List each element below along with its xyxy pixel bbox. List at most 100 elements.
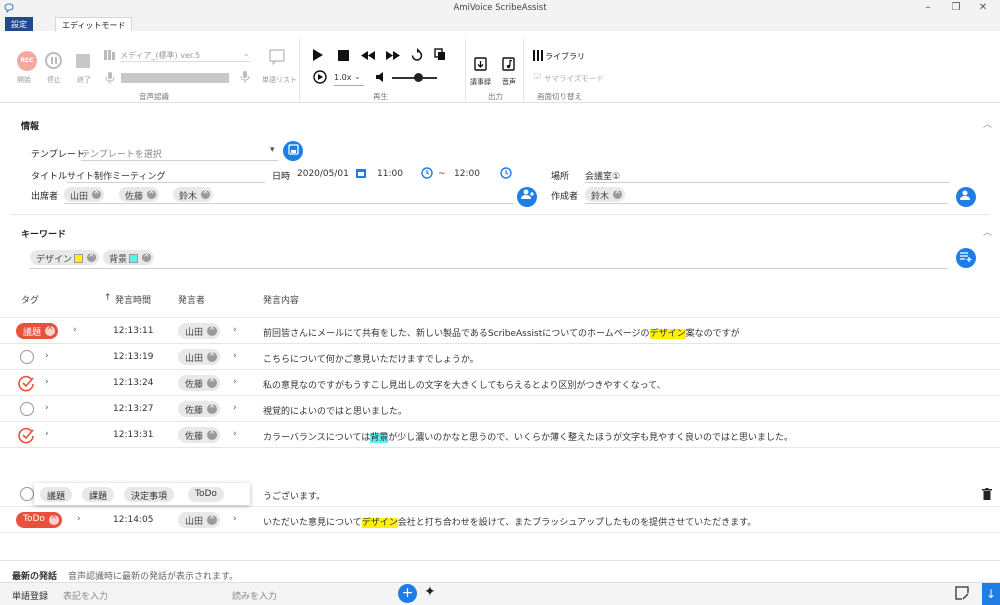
- chevron-down-icon[interactable]: ▾: [270, 145, 275, 155]
- pause-button[interactable]: [45, 52, 62, 69]
- notation-input[interactable]: 表記を入力: [63, 589, 108, 602]
- chevron-right-icon[interactable]: ›: [233, 325, 237, 335]
- keyword-color-swatch[interactable]: [129, 254, 139, 263]
- tag-option-todo[interactable]: ToDo: [188, 487, 224, 502]
- new-window-icon[interactable]: [955, 586, 969, 600]
- chevron-right-icon[interactable]: ›: [45, 403, 49, 413]
- remove-icon[interactable]: [142, 250, 152, 262]
- place-input[interactable]: 会議室①: [585, 169, 620, 182]
- speaker-chip[interactable]: 山田: [178, 512, 221, 528]
- col-tag-header[interactable]: タグ: [21, 293, 39, 306]
- remove-icon[interactable]: [92, 187, 102, 199]
- table-row[interactable]: › 12:13:27 佐藤 › 視覚的によいのではと思いました。: [0, 396, 1000, 422]
- remove-icon[interactable]: [45, 323, 56, 336]
- chevron-right-icon[interactable]: ›: [73, 325, 77, 335]
- add-word-button[interactable]: +: [398, 584, 417, 603]
- utterance-text[interactable]: カラーバランスについては背景が少し濃いのかなと思うので、いくらか薄く整えたほうが…: [263, 430, 793, 443]
- chevron-right-icon[interactable]: ›: [233, 377, 237, 387]
- sort-asc-icon[interactable]: ↑: [104, 293, 112, 303]
- attendee-chip[interactable]: 鈴木: [173, 187, 214, 202]
- utterance-text[interactable]: 前回皆さんにメールにて共有をした、新しい製品であるScribeAssistについ…: [263, 326, 740, 339]
- utterance-text[interactable]: こちらについて何かご意見いただけますでしょうか。: [263, 352, 479, 365]
- utterance-text[interactable]: 視覚的によいのではと思いました。: [263, 404, 407, 417]
- chevron-down-icon[interactable]: ⌄: [243, 49, 250, 58]
- date-input[interactable]: 2020/05/01: [297, 169, 349, 179]
- speaker-chip[interactable]: 佐藤: [178, 401, 221, 417]
- tab-edit-mode[interactable]: エディットモード: [55, 17, 133, 31]
- chevron-right-icon[interactable]: ›: [233, 403, 237, 413]
- mic-add-icon[interactable]: [240, 70, 252, 84]
- remove-icon[interactable]: [207, 401, 218, 414]
- chevron-right-icon[interactable]: ›: [45, 351, 49, 361]
- tag-pill[interactable]: 議題: [16, 323, 59, 339]
- minimize-icon[interactable]: –: [918, 2, 938, 13]
- start-time-input[interactable]: 11:00: [377, 169, 403, 179]
- tag-circle-icon[interactable]: [20, 487, 34, 501]
- keyword-color-swatch[interactable]: [74, 254, 84, 263]
- remove-icon[interactable]: [207, 349, 218, 362]
- remove-icon[interactable]: [147, 187, 157, 199]
- check-circle-icon[interactable]: [18, 375, 35, 392]
- rec-button[interactable]: REC: [17, 51, 37, 71]
- chevron-right-icon[interactable]: ›: [77, 514, 81, 524]
- keyword-chip[interactable]: デザイン: [30, 250, 100, 265]
- remove-icon[interactable]: [201, 187, 211, 199]
- tag-option-decision[interactable]: 決定事項: [124, 487, 175, 502]
- play-icon[interactable]: [312, 48, 324, 62]
- speaker-chip[interactable]: 佐藤: [178, 427, 221, 443]
- trash-icon[interactable]: [982, 488, 992, 500]
- scroll-to-latest-button[interactable]: ↓: [982, 583, 1000, 605]
- calendar-icon[interactable]: [355, 167, 367, 179]
- attendee-chip[interactable]: 佐藤: [119, 187, 160, 202]
- remove-icon[interactable]: [207, 427, 218, 440]
- chevron-down-icon[interactable]: ⌄: [354, 72, 361, 81]
- col-content-header[interactable]: 発言内容: [263, 293, 299, 306]
- chevron-right-icon[interactable]: ›: [233, 429, 237, 439]
- remove-icon[interactable]: [48, 512, 59, 525]
- col-speaker-header[interactable]: 発言者: [178, 293, 205, 306]
- volume-slider-thumb[interactable]: [414, 73, 423, 82]
- media-select[interactable]: メディア_(標準) ver.5: [120, 50, 200, 61]
- tag-circle-icon[interactable]: [20, 350, 34, 364]
- remove-icon[interactable]: [87, 250, 97, 262]
- utterance-text[interactable]: いただいた意見についてデザイン会社と打ち合わせを設けて、またブラッシュアップした…: [263, 515, 756, 528]
- utterance-text[interactable]: 私の意見なのですがもうすこし見出しの文字を大きくしてもらえるとより区別がつきやす…: [263, 378, 666, 391]
- keyword-chip[interactable]: 背景: [103, 250, 155, 265]
- reading-input[interactable]: 読みを入力: [232, 589, 277, 602]
- remove-icon[interactable]: [613, 187, 623, 199]
- attendee-chip[interactable]: 山田: [64, 187, 105, 202]
- author-chip[interactable]: 鈴木: [585, 187, 626, 202]
- volume-icon[interactable]: [376, 72, 386, 83]
- replay-icon[interactable]: [411, 48, 423, 61]
- clock-icon[interactable]: [500, 167, 512, 179]
- table-row[interactable]: ToDo › 12:14:05 山田 › いただいた意見についてデザイン会社と打…: [0, 507, 1000, 533]
- speaker-chip[interactable]: 山田: [178, 323, 221, 339]
- end-time-input[interactable]: 12:00: [454, 169, 480, 179]
- tag-option-agenda[interactable]: 議題: [40, 487, 73, 502]
- minutes-export-icon[interactable]: [474, 57, 487, 71]
- chevron-right-icon[interactable]: ›: [233, 351, 237, 361]
- table-row[interactable]: › 12:13:31 佐藤 › カラーバランスについては背景が少し濃いのかなと思…: [0, 422, 1000, 448]
- copy-icon[interactable]: [434, 48, 446, 61]
- library-icon[interactable]: [533, 50, 544, 61]
- col-time-header[interactable]: 発言時間: [115, 293, 151, 306]
- set-author-button[interactable]: [956, 187, 976, 207]
- stop-button[interactable]: [76, 54, 90, 68]
- word-list-icon[interactable]: [268, 48, 286, 66]
- audio-export-icon[interactable]: [502, 57, 515, 71]
- check-circle-icon[interactable]: [18, 427, 35, 444]
- table-row[interactable]: 議題 › 12:13:11 山田 › 前回皆さんにメールにて共有をした、新しい製…: [0, 318, 1000, 344]
- sparkle-icon[interactable]: ✦: [424, 584, 436, 600]
- table-row[interactable]: › 12:13:19 山田 › こちらについて何かご意見いただけますでしょうか。: [0, 344, 1000, 370]
- template-select[interactable]: テンプレートを選択: [81, 147, 162, 160]
- tab-settings[interactable]: 設定: [5, 17, 33, 31]
- library-button[interactable]: ライブラリ: [545, 51, 585, 62]
- remove-icon[interactable]: [207, 512, 218, 525]
- close-icon[interactable]: ✕: [973, 2, 993, 13]
- rewind-icon[interactable]: [361, 51, 375, 61]
- remove-icon[interactable]: [207, 323, 218, 336]
- tag-circle-icon[interactable]: [20, 402, 34, 416]
- speed-icon[interactable]: [313, 70, 327, 84]
- stop-icon[interactable]: [338, 50, 349, 61]
- add-attendee-button[interactable]: [517, 187, 537, 207]
